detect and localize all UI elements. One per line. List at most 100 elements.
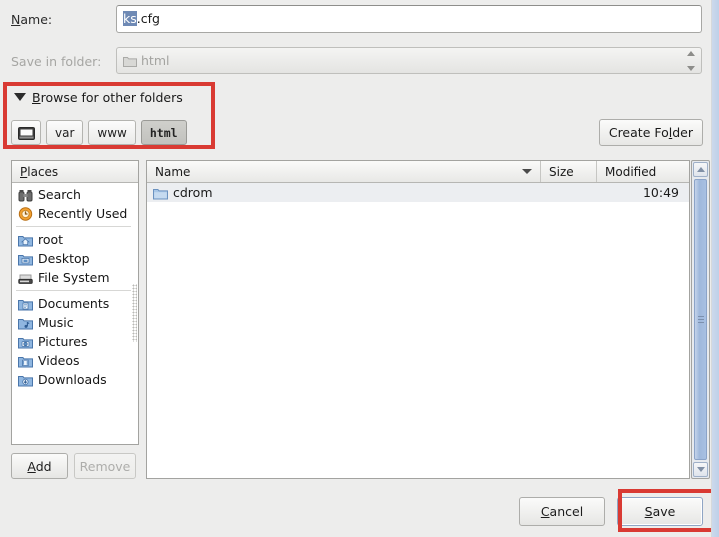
name-label-mnemonic: N	[11, 12, 21, 27]
breadcrumb-var-button[interactable]: var	[46, 120, 84, 145]
breadcrumb-var-label: var	[55, 125, 75, 140]
scrollbar-grip-icon	[698, 315, 704, 324]
chevron-up-icon	[687, 51, 695, 56]
save-button-label: Save	[644, 504, 676, 519]
scroll-up-button[interactable]	[693, 162, 708, 177]
places-separator	[16, 226, 134, 227]
file-row-name-cell: cdrom	[147, 185, 541, 200]
column-header-size[interactable]: Size	[541, 161, 597, 182]
expander-label-rest: rowse for other folders	[40, 89, 183, 105]
sidebar-item-search[interactable]: Search	[12, 185, 138, 204]
filename-rest-text: .cfg	[136, 11, 160, 26]
desktop-folder-icon	[18, 251, 33, 266]
places-scroll-grip[interactable]	[132, 284, 137, 342]
chevron-down-icon	[696, 467, 705, 472]
places-pane: Places Search Recently Used root Desktop…	[11, 160, 139, 445]
sidebar-item-music-label: Music	[38, 315, 74, 330]
cancel-button[interactable]: Cancel	[519, 497, 605, 526]
create-folder-button[interactable]: Create Folder	[598, 119, 703, 146]
pictures-folder-icon	[18, 334, 33, 349]
remove-button-label: Remove	[79, 458, 131, 474]
save-button[interactable]: Save	[617, 497, 703, 526]
column-header-name[interactable]: Name	[147, 161, 541, 182]
sidebar-item-pictures-label: Pictures	[38, 334, 88, 349]
file-list-scrollbar[interactable]	[691, 160, 710, 479]
sidebar-item-documents[interactable]: Documents	[12, 294, 138, 313]
sidebar-item-recently-used-label: Recently Used	[38, 206, 128, 221]
documents-folder-icon	[18, 296, 33, 311]
chevron-up-icon	[696, 167, 705, 172]
breadcrumb-filesystem-button[interactable]	[11, 120, 41, 145]
add-button[interactable]: Add	[11, 453, 68, 479]
expander-label-mnemonic: B	[32, 89, 41, 105]
sidebar-item-pictures[interactable]: Pictures	[12, 332, 138, 351]
sidebar-item-root-label: root	[38, 232, 64, 247]
save-in-folder-combo[interactable]: html	[116, 47, 702, 74]
sidebar-item-desktop[interactable]: Desktop	[12, 249, 138, 268]
path-breadcrumb-bar: var www html	[11, 120, 187, 145]
create-folder-label: Create Folder	[608, 125, 693, 140]
places-scrollbar[interactable]	[131, 184, 138, 444]
breadcrumb-html-button[interactable]: html	[140, 120, 187, 145]
drive-harddisk-icon	[18, 270, 33, 285]
name-row: Name: ks.cfg	[0, 5, 711, 35]
folder-icon	[123, 54, 137, 68]
expander-triangle-down-icon	[14, 93, 26, 101]
column-header-modified[interactable]: Modified	[597, 161, 689, 182]
name-label: Name:	[11, 5, 52, 35]
file-row-name: cdrom	[173, 185, 213, 200]
remove-button: Remove	[74, 453, 136, 479]
sidebar-item-root[interactable]: root	[12, 230, 138, 249]
sidebar-item-videos-label: Videos	[38, 353, 80, 368]
file-list-header: Name Size Modified	[147, 161, 689, 183]
add-button-label: Add	[27, 458, 52, 474]
column-header-modified-label: Modified	[605, 164, 657, 179]
chevron-down-icon	[687, 66, 695, 71]
file-row-modified: 10:49	[642, 185, 679, 200]
combo-spinner[interactable]	[685, 51, 697, 71]
browse-for-other-folders-expander[interactable]: Browse for other folders	[14, 88, 183, 106]
search-binoculars-icon	[18, 187, 33, 202]
window-edge-scrollbar[interactable]	[711, 0, 719, 537]
chevron-down-icon	[522, 169, 532, 174]
filename-input[interactable]: ks.cfg	[116, 5, 702, 33]
places-actions: Add Remove	[11, 453, 136, 479]
sidebar-item-desktop-label: Desktop	[38, 251, 90, 266]
expander-label: Browse for other folders	[32, 90, 183, 105]
save-in-folder-label: Save in folder:	[11, 54, 102, 69]
file-list: Name Size Modified cdrom 10:49	[146, 160, 690, 479]
sidebar-item-music[interactable]: Music	[12, 313, 138, 332]
save-in-folder-row: Save in folder: html	[0, 47, 711, 75]
sidebar-item-downloads[interactable]: Downloads	[12, 370, 138, 389]
filesystem-icon	[17, 126, 35, 140]
folder-icon	[153, 185, 168, 200]
column-header-size-label: Size	[549, 164, 574, 179]
music-folder-icon	[18, 315, 33, 330]
sidebar-item-search-label: Search	[38, 187, 81, 202]
scroll-down-button[interactable]	[693, 462, 708, 477]
save-in-folder-value: html	[141, 53, 170, 68]
table-row[interactable]: cdrom 10:49	[147, 183, 689, 202]
breadcrumb-www-button[interactable]: www	[88, 120, 136, 145]
sidebar-item-file-system-label: File System	[38, 270, 110, 285]
home-folder-icon	[18, 232, 33, 247]
dialog-action-buttons: Cancel Save	[519, 497, 703, 526]
save-file-dialog: Name: ks.cfg Save in folder: html Browse…	[0, 0, 719, 537]
videos-folder-icon	[18, 353, 33, 368]
filename-selected-text: ks	[123, 11, 137, 26]
name-label-rest: ame:	[20, 12, 53, 27]
places-list: Search Recently Used root Desktop File S…	[12, 183, 138, 389]
downloads-folder-icon	[18, 372, 33, 387]
sidebar-item-recently-used[interactable]: Recently Used	[12, 204, 138, 223]
window-edge-scrollbar-thumb[interactable]	[712, 0, 719, 537]
recent-clock-icon	[18, 206, 33, 222]
column-header-name-label: Name	[155, 164, 191, 179]
places-header-rest: laces	[27, 165, 59, 179]
sidebar-item-documents-label: Documents	[38, 296, 110, 311]
sidebar-item-downloads-label: Downloads	[38, 372, 107, 387]
breadcrumb-www-label: www	[97, 125, 127, 140]
places-separator	[16, 290, 134, 291]
sidebar-item-videos[interactable]: Videos	[12, 351, 138, 370]
scrollbar-thumb[interactable]	[694, 179, 707, 460]
sidebar-item-file-system[interactable]: File System	[12, 268, 138, 287]
